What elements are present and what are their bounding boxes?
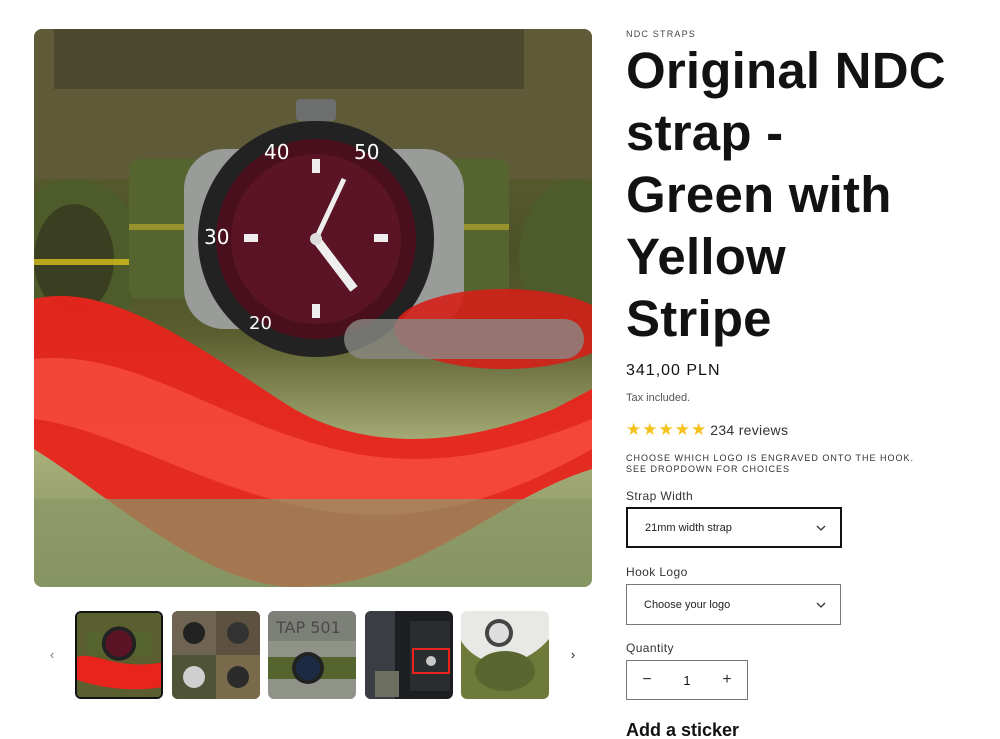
hook-logo-value: Choose your logo bbox=[644, 598, 731, 611]
svg-text:40: 40 bbox=[264, 140, 289, 164]
rating-stars: ★ ★ ★ ★ ★ bbox=[626, 421, 706, 439]
prev-arrow-icon[interactable]: ‹ bbox=[44, 647, 60, 663]
svg-text:30: 30 bbox=[204, 225, 229, 249]
strap-width-value: 21mm width strap bbox=[645, 521, 732, 534]
tax-note: Tax included. bbox=[626, 392, 691, 404]
quantity-stepper: − 1 + bbox=[626, 660, 748, 700]
product-title: Original NDC strap - Green with Yellow S… bbox=[626, 42, 946, 347]
star-icon: ★ bbox=[658, 420, 674, 439]
add-sticker-heading: Add a sticker bbox=[626, 720, 740, 739]
star-icon: ★ bbox=[626, 420, 642, 439]
star-icon: ★ bbox=[691, 420, 707, 439]
svg-text:TAP 501: TAP 501 bbox=[275, 618, 341, 637]
product-price: 341,00 PLN bbox=[626, 362, 721, 379]
thumbnail-2[interactable] bbox=[172, 611, 260, 699]
star-icon: ★ bbox=[642, 420, 658, 439]
quantity-input[interactable]: 1 bbox=[667, 673, 707, 688]
vendor-label[interactable]: NDC STRAPS bbox=[626, 29, 696, 39]
chevron-down-icon bbox=[816, 602, 826, 608]
increment-button[interactable]: + bbox=[707, 661, 747, 699]
strap-width-select[interactable]: 21mm width strap bbox=[626, 507, 842, 548]
thumbnail-1[interactable] bbox=[75, 611, 163, 699]
thumbnail-5[interactable] bbox=[461, 611, 549, 699]
thumbnail-4[interactable] bbox=[365, 611, 453, 699]
strap-width-label: Strap Width bbox=[626, 489, 694, 503]
svg-text:20: 20 bbox=[249, 313, 272, 334]
star-icon: ★ bbox=[674, 420, 690, 439]
thumbnail-3[interactable]: TAP 501 bbox=[268, 611, 356, 699]
logo-note: CHOOSE WHICH LOGO IS ENGRAVED ONTO THE H… bbox=[626, 453, 915, 474]
decrement-button[interactable]: − bbox=[627, 661, 667, 699]
chevron-down-icon bbox=[816, 525, 826, 531]
main-product-image[interactable]: 40 50 30 20 bbox=[34, 29, 592, 587]
next-arrow-icon[interactable]: › bbox=[565, 647, 581, 663]
hook-logo-label: Hook Logo bbox=[626, 565, 688, 579]
reviews-count[interactable]: 234 reviews bbox=[710, 422, 788, 438]
quantity-label: Quantity bbox=[626, 641, 674, 655]
svg-text:50: 50 bbox=[354, 140, 379, 164]
thumbnail-gallery: ‹ TAP 501 › bbox=[34, 611, 592, 701]
hook-logo-select[interactable]: Choose your logo bbox=[626, 584, 841, 625]
product-rating[interactable]: ★ ★ ★ ★ ★ 234 reviews bbox=[626, 420, 788, 440]
